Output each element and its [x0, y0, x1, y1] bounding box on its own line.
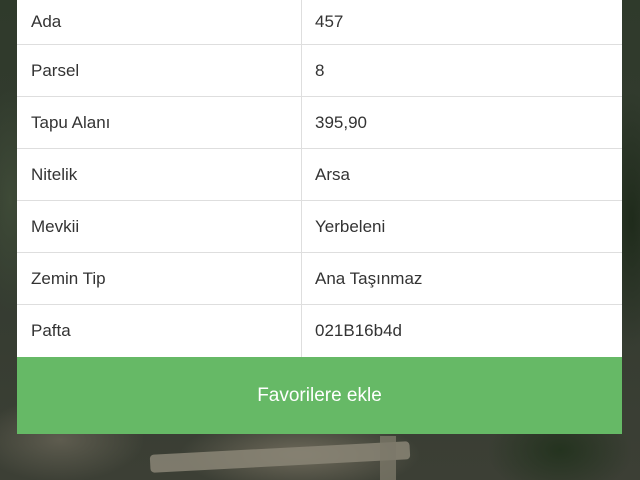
parcel-info-panel: Ada 457 Parsel 8 Tapu Alanı 395,90 Nitel…	[17, 0, 622, 434]
row-value: 8	[315, 60, 325, 80]
row-label: Pafta	[17, 305, 302, 357]
table-row-mevkii: Mevkii Yerbeleni	[17, 201, 622, 253]
row-value: 457	[315, 12, 344, 31]
row-label: Zemin Tip	[17, 253, 302, 304]
row-label: Tapu Alanı	[17, 97, 302, 148]
row-label: Nitelik	[17, 149, 302, 200]
row-value: 395,90	[315, 112, 367, 132]
row-label: Parsel	[17, 45, 302, 96]
row-value: Arsa	[315, 164, 350, 184]
map-road	[380, 436, 396, 480]
row-value: Yerbeleni	[315, 216, 386, 236]
add-to-favorites-button[interactable]: Favorilere ekle	[17, 357, 622, 434]
table-row-nitelik: Nitelik Arsa	[17, 149, 622, 201]
row-label: Mevkii	[17, 201, 302, 252]
table-row-tapu-alani: Tapu Alanı 395,90	[17, 97, 622, 149]
row-value: Ana Taşınmaz	[315, 268, 423, 288]
map-road	[149, 441, 411, 473]
parcel-details-table: Ada 457 Parsel 8 Tapu Alanı 395,90 Nitel…	[17, 0, 622, 357]
table-row-parsel: Parsel 8	[17, 45, 622, 97]
row-value: 021B16b4d	[315, 321, 402, 340]
row-label: Ada	[17, 0, 302, 44]
table-row-ada: Ada 457	[17, 0, 622, 45]
table-row-pafta: Pafta 021B16b4d	[17, 305, 622, 357]
table-row-zemin-tip: Zemin Tip Ana Taşınmaz	[17, 253, 622, 305]
